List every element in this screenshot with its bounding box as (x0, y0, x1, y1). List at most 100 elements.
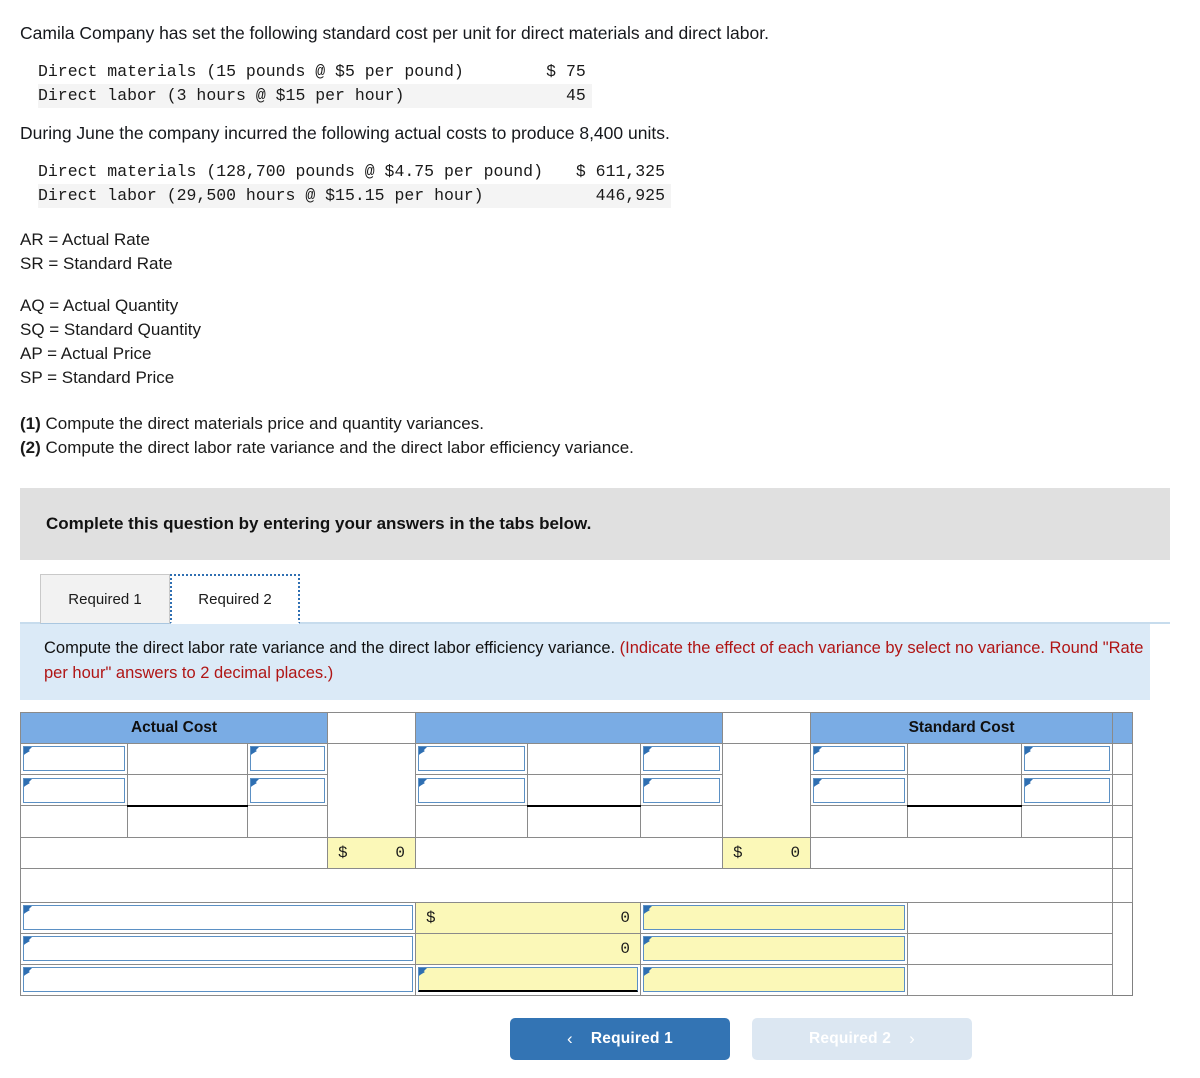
variance-1-output: $ 0 (416, 902, 641, 933)
dropdown-variance-3-amount[interactable] (418, 967, 639, 993)
cell-variance-1-amount: $ 0 (415, 901, 642, 934)
intro-line-1: Camila Company has set the following sta… (20, 23, 769, 43)
answer-table-row-2 (20, 773, 1134, 807)
cell-standard-r2-c1 (810, 773, 909, 807)
standard-row-1-amount: 45 (565, 85, 586, 105)
dropdown-actual-r2-c3[interactable] (250, 777, 326, 803)
cell-actual-total-value: $ 0 (327, 836, 417, 869)
requirement-1-number: (1) (20, 414, 41, 434)
chevron-right-icon: › (909, 1028, 915, 1048)
dropdown-standard-r1-c3[interactable] (1024, 746, 1111, 772)
cell-spacer-left-upper (327, 742, 417, 838)
next-button-label: Required 2 (809, 1029, 892, 1047)
requirement-2-number: (2) (20, 438, 41, 458)
navigation-buttons: ‹ Required 1 Required 2 › (20, 1017, 1180, 1060)
definition-ar: AR = Actual Rate (20, 230, 150, 250)
cell-standard-r2-c2 (907, 773, 1023, 807)
cell-variance-1-tail (907, 901, 1114, 934)
header-standard-cost: Standard Cost (810, 711, 1114, 744)
variance-1-amount: 0 (620, 908, 631, 927)
answer-table-spacer-row (19, 867, 1134, 903)
standard-cost-table: Direct materials (15 pounds @ $5 per pou… (38, 60, 592, 109)
requirement-1: (1) Compute the direct materials price a… (20, 412, 1180, 436)
definitions-spacer (20, 277, 1180, 294)
table-row: Direct materials (15 pounds @ $5 per pou… (38, 60, 592, 84)
dropdown-actual-r1-c1[interactable] (23, 746, 125, 772)
next-required-2-button[interactable]: Required 2 › (752, 1017, 972, 1060)
cell-actual-r1-c3 (246, 742, 329, 775)
definition-sp: SP = Standard Price (20, 367, 175, 387)
dropdown-variance-1-label[interactable] (23, 905, 414, 931)
dropdown-middle-r2-c3[interactable] (643, 777, 721, 803)
dropdown-standard-r1-c1[interactable] (813, 746, 906, 772)
definitions-block: AR = Actual Rate SR = Standard Rate AQ =… (20, 228, 1180, 390)
cell-standard-r1-c1 (810, 742, 909, 775)
answer-table-header-row: Actual Cost Standard Cost (19, 711, 1134, 744)
cell-middle-r2-c2 (527, 773, 642, 807)
dropdown-actual-r1-c3[interactable] (250, 746, 326, 772)
dropdown-standard-r2-c3[interactable] (1024, 777, 1111, 803)
cell-middle-r3-c1 (415, 805, 529, 838)
cell-middle-r3-c2 (527, 804, 642, 838)
answer-table-totals-row: $ 0 $ 0 (19, 836, 1134, 869)
dropdown-variance-3-label[interactable] (23, 967, 414, 993)
dropdown-variance-2-effect[interactable] (643, 936, 906, 962)
complete-question-banner: Complete this question by entering your … (20, 488, 1170, 561)
cell-standard-r3-c1 (810, 805, 909, 838)
instruction-black-text: Compute the direct labor rate variance a… (44, 639, 620, 658)
cell-tail-total (1112, 836, 1134, 869)
cell-actual-r1-c1 (20, 742, 128, 775)
header-tail (1112, 711, 1134, 744)
cell-standard-r1-c3 (1021, 742, 1114, 775)
variance-2-amount: 0 (620, 939, 631, 958)
table-row: Direct labor (3 hours @ $15 per hour) 45 (38, 83, 592, 109)
dropdown-middle-r2-c1[interactable] (418, 777, 526, 803)
actual-total-amount: 0 (395, 843, 406, 862)
dropdown-standard-r2-c1[interactable] (813, 777, 906, 803)
requirements-block: (1) Compute the direct materials price a… (20, 412, 1180, 460)
standard-total-output: $ 0 (723, 837, 811, 868)
variance-1-dollar-sign: $ (426, 908, 436, 927)
definition-ap: AP = Actual Price (20, 343, 152, 363)
cell-spacer-wide (19, 867, 1114, 903)
tab-required-1[interactable]: Required 1 (40, 574, 170, 625)
dropdown-actual-r2-c1[interactable] (23, 777, 125, 803)
actual-row-0-amount: $ 611,325 (575, 161, 665, 181)
dropdown-variance-3-effect[interactable] (643, 967, 906, 993)
cell-actual-r3-c1 (20, 805, 128, 838)
answer-table-variance-row-3 (19, 963, 1133, 996)
question-page: Camila Company has set the following sta… (0, 0, 1200, 1060)
cell-variance-3-tail (907, 963, 1114, 996)
actual-total-dollar-sign: $ (338, 843, 348, 862)
dropdown-variance-2-label[interactable] (23, 936, 414, 962)
dropdown-middle-r1-c1[interactable] (418, 746, 526, 772)
tab-required-2-label: Required 2 (198, 590, 272, 608)
cell-variance-2-tail (907, 932, 1114, 965)
cell-actual-r2-c2 (127, 773, 248, 807)
actual-cost-table: Direct materials (128,700 pounds @ $4.75… (38, 160, 671, 209)
cell-tail-r3 (1112, 805, 1134, 838)
cell-middle-r1-c2 (527, 742, 642, 775)
dropdown-middle-r1-c3[interactable] (643, 746, 721, 772)
cell-tail-r1 (1112, 742, 1134, 775)
header-actual-cost: Actual Cost (19, 711, 329, 744)
prev-required-1-button[interactable]: ‹ Required 1 (510, 1017, 730, 1060)
cell-actual-r2-c1 (20, 773, 128, 807)
cell-variance-1-effect (640, 901, 909, 934)
cell-actual-r2-c3 (246, 773, 329, 807)
cell-actual-r3-c3 (246, 805, 329, 838)
definition-sr: SR = Standard Rate (20, 254, 173, 274)
cell-middle-r2-c1 (415, 773, 529, 807)
tab-bar: Required 1 Required 2 (20, 574, 1170, 625)
instruction-panel: Compute the direct labor rate variance a… (20, 624, 1150, 700)
header-spacer-right (722, 711, 812, 744)
definition-aq: AQ = Actual Quantity (20, 295, 179, 315)
cell-standard-total-label (810, 836, 1114, 869)
requirement-1-text: Compute the direct materials price and q… (40, 414, 484, 434)
dropdown-variance-1-effect[interactable] (643, 905, 906, 931)
actual-row-1-amount: 446,925 (595, 186, 665, 206)
header-middle (415, 711, 724, 744)
cell-variance-3-label (19, 963, 417, 996)
tab-required-2[interactable]: Required 2 (170, 574, 300, 625)
cell-standard-total-value: $ 0 (722, 836, 812, 869)
